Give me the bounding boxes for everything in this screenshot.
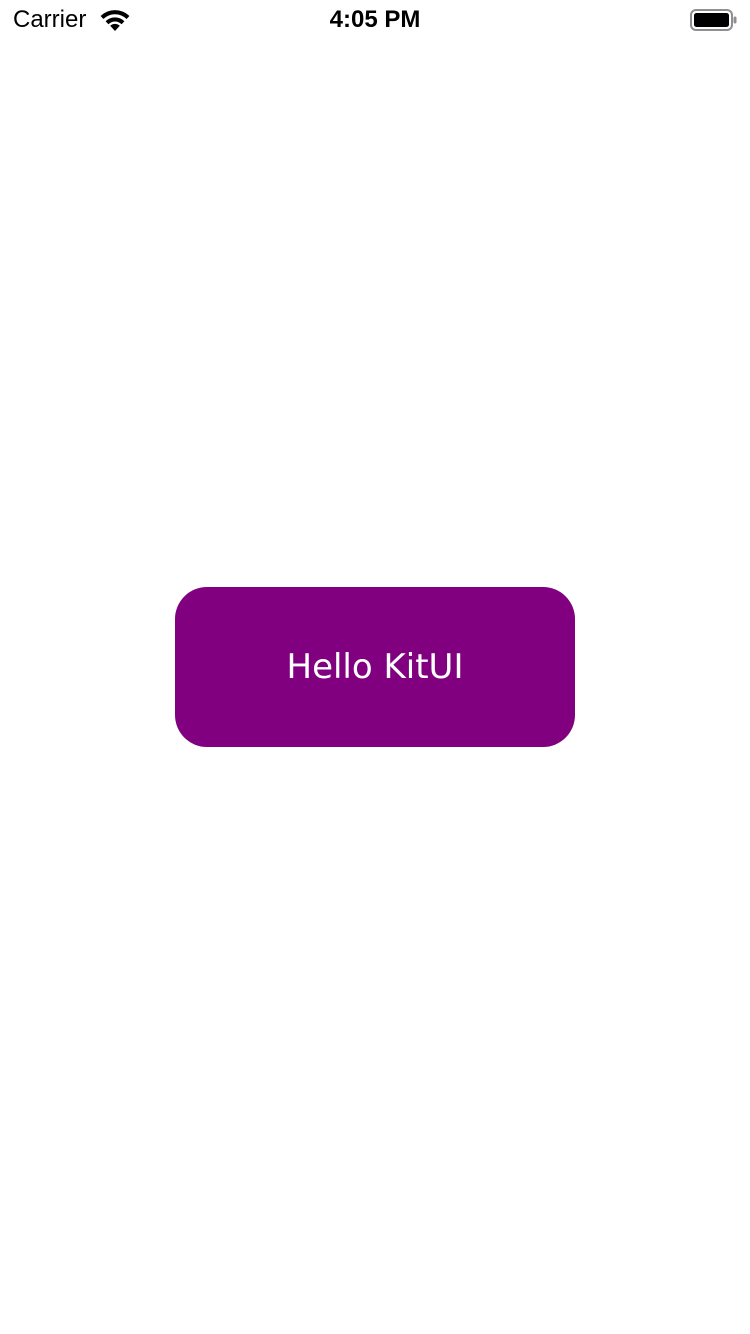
status-time: 4:05 PM <box>329 6 421 33</box>
status-bar: Carrier 4:05 PM <box>0 0 750 40</box>
app-screen: Carrier 4:05 PM Hello KitUI <box>0 0 750 1334</box>
hello-button[interactable]: Hello KitUI <box>175 587 575 747</box>
battery-fill <box>694 13 729 27</box>
hello-button-label: Hello KitUI <box>286 647 464 687</box>
battery-icon <box>690 9 738 31</box>
